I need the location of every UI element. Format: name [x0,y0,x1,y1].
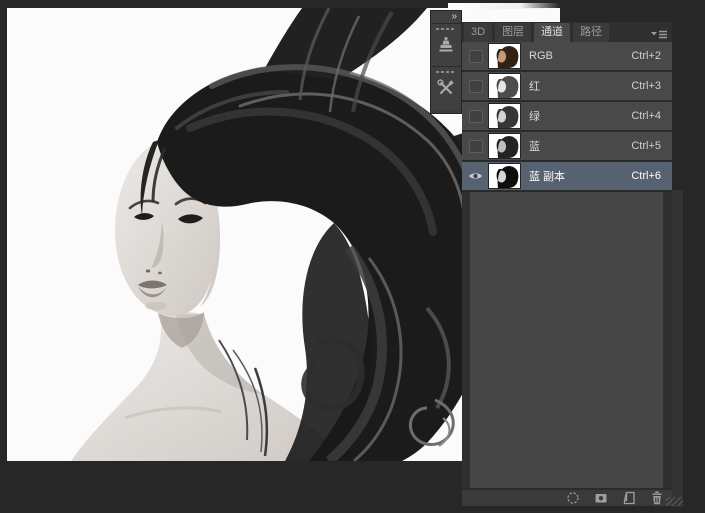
visibility-toggle[interactable] [468,49,483,64]
new-channel-button[interactable] [619,491,638,505]
load-channel-as-selection-button[interactable] [563,491,582,505]
channel-shortcut: Ctrl+3 [631,80,661,92]
save-selection-as-channel-button[interactable] [591,491,610,505]
panel-menu-icon[interactable] [650,27,668,38]
channels-list-background [470,192,663,488]
panel-tab-bar: 3D 图层 通道 路径 [462,22,672,42]
clone-source-icon [436,35,456,55]
delete-channel-button[interactable] [647,491,666,505]
channel-name: 蓝 副本 [529,168,565,184]
eye-icon [468,171,483,181]
canvas-top-sliver [448,3,560,9]
channel-row-blue[interactable]: 蓝 Ctrl+5 [462,132,672,162]
channel-row-blue-copy[interactable]: 蓝 副本 Ctrl+6 [462,162,672,192]
panel-label-dashes [436,71,456,73]
channel-shortcut: Ctrl+2 [631,50,661,62]
channel-shortcut: Ctrl+4 [631,110,661,122]
empty-eye-well [469,50,483,63]
clone-source-panel-button[interactable] [431,24,461,67]
channel-thumbnail [489,164,520,188]
channel-shortcut: Ctrl+6 [631,170,661,182]
visibility-toggle[interactable] [468,79,483,94]
channels-panel: 3D 图层 通道 路径 RGB Ctrl+2 红 Ctrl+3 绿 [462,22,672,506]
empty-eye-well [469,140,483,153]
channel-name: 绿 [529,108,540,124]
channel-name: 蓝 [529,138,540,154]
visibility-toggle[interactable] [468,109,483,124]
channel-thumbnail [489,104,520,128]
channels-list-empty-area [462,192,672,488]
channel-name: 红 [529,78,540,94]
collapsed-panel-dock: » [430,10,462,114]
new-channel-icon [622,491,636,505]
panel-label-dashes [436,28,456,30]
tab-layers[interactable]: 图层 [495,23,531,42]
tab-3d[interactable]: 3D [464,23,492,42]
panel-resize-grip[interactable] [666,497,683,506]
visibility-toggle[interactable] [468,169,483,184]
channels-panel-footer [462,488,672,506]
channel-thumbnail [489,134,520,158]
tool-presets-icon [436,78,456,98]
save-selection-as-channel-icon [594,491,608,505]
photoshop-workspace: { "app": { "background_color": "#272727"… [0,0,705,513]
channel-row-green[interactable]: 绿 Ctrl+4 [462,102,672,132]
visibility-toggle[interactable] [468,139,483,154]
collapse-panels-button[interactable]: » [431,11,461,24]
delete-channel-icon [650,491,664,505]
tab-channels[interactable]: 通道 [534,23,570,42]
channel-name: RGB [529,50,553,62]
panel-frame-edge [672,190,683,507]
empty-eye-well [469,110,483,123]
channel-row-red[interactable]: 红 Ctrl+3 [462,72,672,102]
channel-thumbnail [489,44,520,68]
empty-eye-well [469,80,483,93]
channel-shortcut: Ctrl+5 [631,140,661,152]
channel-thumbnail [489,74,520,98]
channel-row-rgb[interactable]: RGB Ctrl+2 [462,42,672,72]
tab-paths[interactable]: 路径 [573,23,609,42]
load-channel-as-selection-icon [566,491,580,505]
tool-presets-panel-button[interactable] [431,67,461,110]
